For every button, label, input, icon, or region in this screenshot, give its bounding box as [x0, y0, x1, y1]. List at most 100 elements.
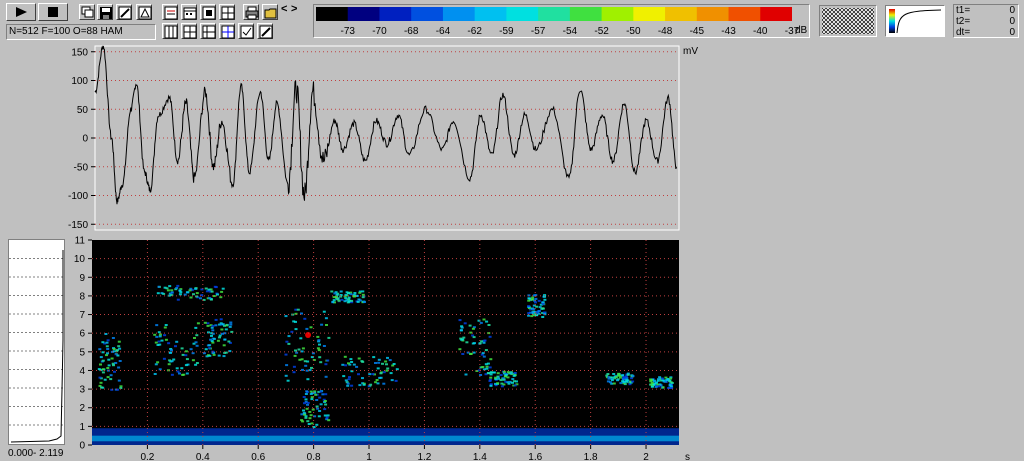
spectrogram-energy-cell — [612, 382, 616, 385]
spectrogram-energy-cell — [459, 337, 463, 340]
spectrogram-energy-cell — [156, 344, 160, 346]
colorbar-tick-label: -52 — [594, 26, 609, 37]
spectrogram-energy-cell — [358, 384, 362, 387]
save-button[interactable] — [97, 4, 113, 20]
spectrogram-energy-cell — [531, 296, 535, 299]
spectrogram-energy-cell — [300, 350, 304, 353]
spectrogram-energy-cell — [342, 375, 346, 378]
spectrogram-energy-cell — [305, 390, 309, 393]
colorbar-tick-label: -48 — [657, 26, 673, 37]
spectrogram-energy-cell — [185, 372, 189, 375]
waveform-chart[interactable]: 150 100 50 0 -50 -100 -150 mV — [0, 40, 720, 236]
layout6-button[interactable] — [257, 23, 273, 39]
spectrogram-energy-cell — [222, 344, 226, 347]
stop-button[interactable] — [38, 3, 68, 21]
spectrogram-ytick-label: 7 — [79, 310, 85, 321]
spectrogram-energy-cell — [303, 402, 306, 405]
spectrogram-energy-cell — [343, 355, 347, 358]
spectrogram-energy-cell — [465, 341, 469, 344]
spectrogram-energy-cell — [327, 419, 331, 422]
spectrogram-energy-cell — [650, 381, 654, 384]
layout1-button[interactable] — [162, 23, 178, 39]
spectrogram-energy-cell — [170, 289, 174, 292]
spectrogram-energy-cell — [618, 376, 622, 379]
spectrogram-energy-cell — [163, 334, 167, 337]
spectrogram-energy-cell — [323, 400, 327, 402]
colorbar-tick-label: -73 — [340, 26, 355, 37]
spectrogram-energy-cell — [204, 348, 208, 351]
spectrogram-energy-cell — [346, 382, 350, 385]
spectrogram-energy-cell — [395, 368, 399, 371]
zoom-button[interactable] — [200, 4, 216, 20]
colorbar-ticks: -73 -70 -68 -64 -62 -59 -57 -54 -52 -50 -48 -45 -43 -… — [316, 26, 799, 37]
spectrogram-energy-cell — [188, 289, 192, 292]
colorbar-tick-label: -45 — [689, 26, 705, 37]
spectrogram-energy-cell — [630, 377, 634, 380]
spectrogram-energy-cell — [621, 374, 625, 377]
spectrogram-energy-cell — [153, 373, 157, 375]
print-button[interactable] — [243, 4, 259, 20]
waveform-ytick-label: -100 — [68, 191, 88, 202]
spectrogram-energy-cell — [225, 324, 229, 327]
layout3-button[interactable] — [200, 23, 216, 39]
spectrogram-energy-cell — [300, 358, 304, 361]
spectrogram-energy-cell — [482, 341, 486, 344]
triangle-icon — [138, 6, 152, 20]
spectrogram-energy-cell — [306, 401, 310, 404]
grid-button[interactable] — [219, 4, 235, 20]
spectrogram-ytick-label: 9 — [79, 273, 85, 284]
spectrogram-energy-cell — [496, 372, 500, 375]
colorbar-tick-label: -57 — [530, 26, 546, 37]
layout2-button[interactable] — [181, 23, 197, 39]
spectrogram-energy-cell — [170, 291, 174, 294]
spectrogram-energy-cell — [502, 370, 506, 373]
spectrogram-energy-cell — [331, 300, 335, 303]
spectrogram-energy-cell — [117, 340, 121, 343]
spectrogram-energy-cell — [208, 347, 212, 350]
colorbar-tick-label: -50 — [626, 26, 641, 37]
nav-right-button[interactable]: > — [291, 4, 297, 15]
layout5-button[interactable] — [238, 23, 254, 39]
edit-button[interactable] — [116, 4, 132, 20]
spectrogram-energy-cell — [496, 382, 500, 385]
copy-button[interactable] — [79, 4, 95, 20]
spectrogram-energy-cell — [363, 301, 366, 303]
spectrogram-energy-cell — [472, 336, 476, 339]
properties-button[interactable] — [162, 4, 178, 20]
spectrogram-energy-cell — [98, 348, 102, 351]
spectrogram-energy-cell — [220, 290, 224, 293]
spectrogram-energy-cell — [344, 379, 348, 382]
spectrogram-energy-cell — [193, 337, 196, 339]
spectrogram-energy-cell — [631, 380, 635, 383]
spectrogram-energy-cell — [458, 348, 462, 351]
colorbar-tick-label: -40 — [753, 26, 768, 37]
spectrogram-energy-cell — [155, 335, 159, 338]
spectrogram-energy-cell — [489, 371, 493, 374]
layout4-button[interactable] — [219, 23, 235, 39]
spectrogram-energy-cell — [369, 383, 373, 386]
open-button[interactable] — [262, 4, 278, 20]
spectrogram-energy-cell — [107, 358, 111, 361]
spectrogram-chart[interactable]: 111098765432100.2 0.4 0.6 0.8 1 1.2 1.4 1.6 1.8 2… — [60, 236, 700, 461]
nav-left-button[interactable]: < — [281, 4, 287, 15]
spectrogram-energy-cell — [468, 324, 472, 327]
calendar-button[interactable] — [181, 4, 197, 20]
spectrogram-energy-cell — [202, 352, 206, 355]
spectrogram-energy-cell — [296, 308, 300, 311]
triangle-button[interactable] — [136, 4, 152, 20]
spectrogram-energy-cell — [99, 356, 103, 359]
play-button[interactable] — [6, 3, 36, 21]
palette-curve[interactable] — [885, 5, 945, 37]
spectrogram-energy-cell — [324, 375, 328, 378]
spectrogram-energy-cell — [357, 357, 361, 360]
pattern-selector[interactable] — [819, 5, 877, 37]
spectrogram-energy-cell — [385, 363, 388, 366]
spectrogram-energy-cell — [479, 374, 483, 376]
spectrogram-energy-cell — [543, 298, 547, 301]
spectrogram-energy-cell — [319, 403, 323, 406]
spectrogram-xtick-label: 0.8 — [307, 452, 321, 461]
zoom-icon — [202, 6, 216, 20]
spectrogram-energy-cell — [221, 287, 225, 290]
spectrogram-energy-cell — [614, 376, 618, 379]
spectrogram-energy-cell — [212, 337, 216, 340]
